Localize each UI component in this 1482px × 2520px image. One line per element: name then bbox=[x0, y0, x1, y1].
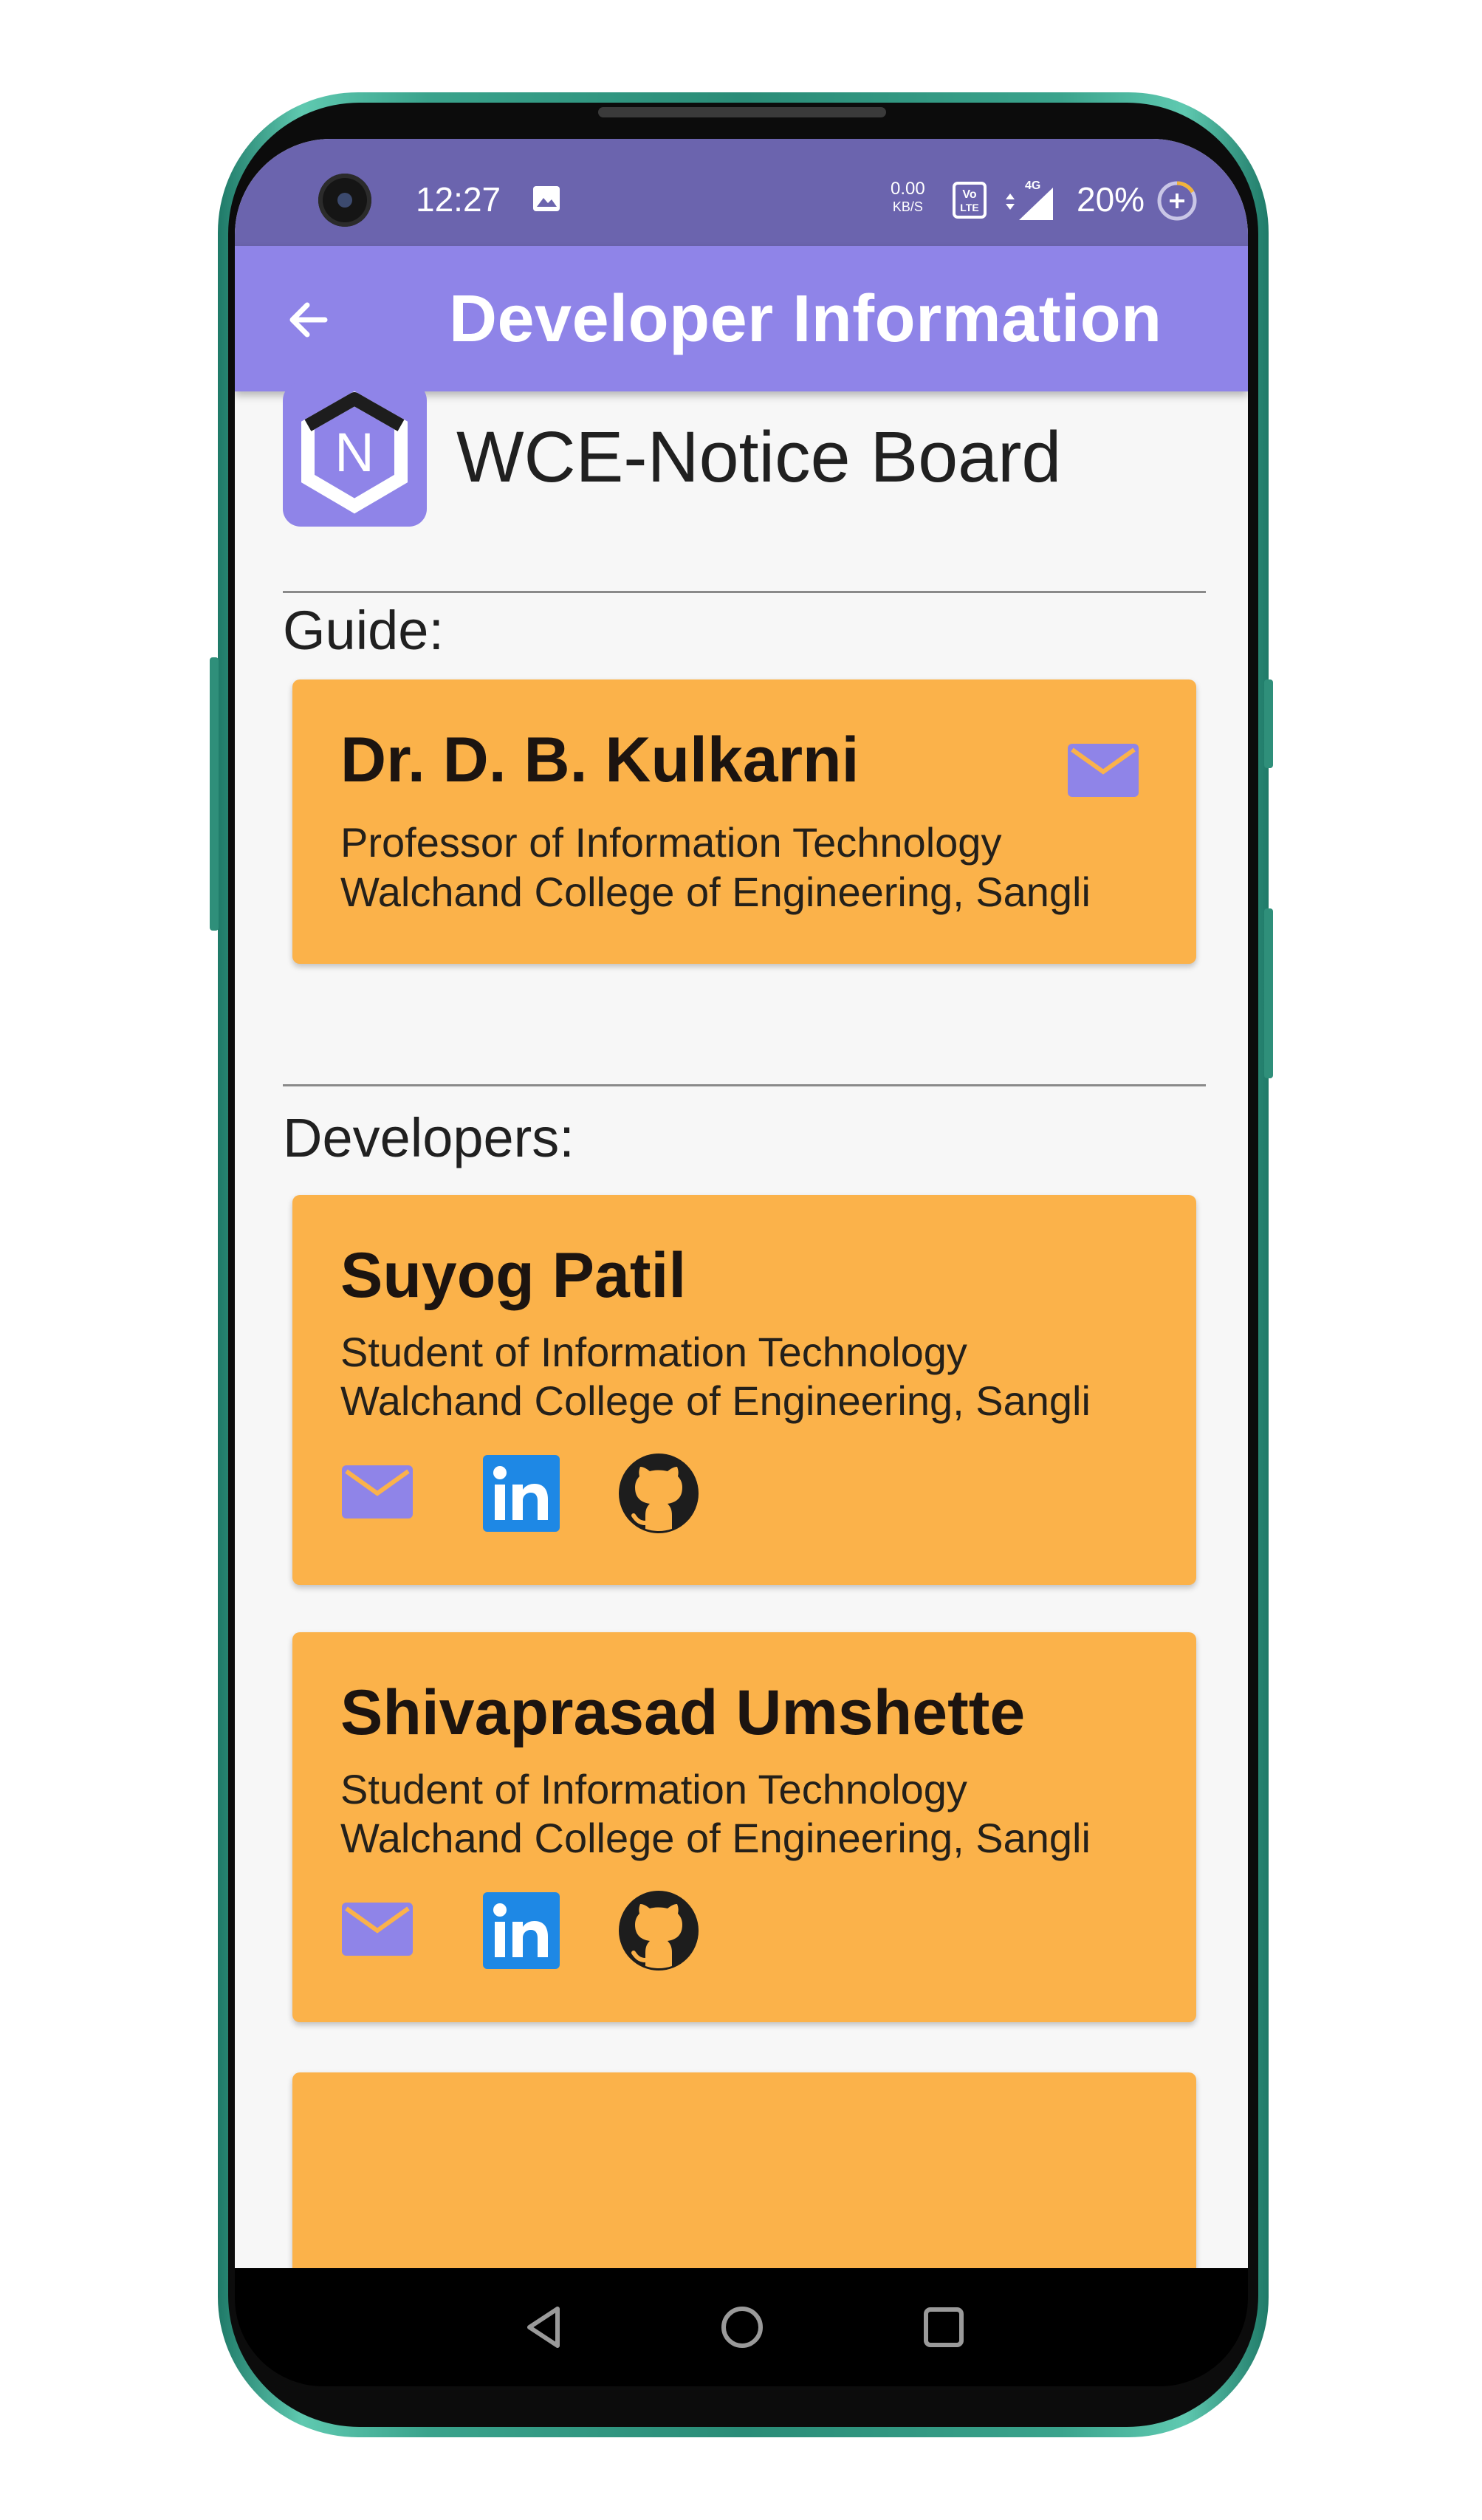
signal-4g-icon: 4G bbox=[1006, 179, 1053, 220]
image-notification-icon bbox=[533, 186, 560, 211]
developer-name: Suyog Patil bbox=[340, 1240, 687, 1311]
svg-text:LTE: LTE bbox=[960, 202, 978, 213]
battery-charging-icon bbox=[1157, 181, 1197, 221]
guide-institution: Walchand College of Engineering, Sangli bbox=[340, 869, 1091, 915]
volume-button bbox=[210, 657, 219, 931]
divider-top bbox=[283, 591, 1206, 593]
recents-square-icon[interactable] bbox=[918, 2301, 970, 2353]
svg-text:4G: 4G bbox=[1025, 179, 1040, 192]
logo-letter: N bbox=[335, 422, 374, 483]
mail-icon[interactable] bbox=[1066, 742, 1140, 798]
front-camera bbox=[318, 174, 371, 227]
guide-role: Professor of Information Technology bbox=[340, 819, 1002, 866]
network-speed-value: 0.00 bbox=[891, 179, 925, 199]
developer-card-partial bbox=[292, 2072, 1196, 2268]
app-logo: N bbox=[283, 383, 427, 527]
guide-card: Dr. D. B. Kulkarni Professor of Informat… bbox=[292, 679, 1196, 964]
developer-card: Shivaprasad Umshette Student of Informat… bbox=[292, 1632, 1196, 2022]
mail-icon[interactable] bbox=[340, 1464, 414, 1520]
developer-name: Shivaprasad Umshette bbox=[340, 1677, 1026, 1748]
linkedin-icon[interactable] bbox=[483, 1455, 560, 1532]
back-triangle-icon[interactable] bbox=[519, 2301, 571, 2353]
status-bar: 12:27 0.00 KB/S Vo LTE 4G 20% bbox=[235, 139, 1248, 246]
network-speed: 0.00 KB/S bbox=[891, 180, 925, 216]
status-time: 12:27 bbox=[416, 180, 501, 219]
github-icon[interactable] bbox=[617, 1452, 700, 1535]
app-bar: Developer Information bbox=[235, 246, 1248, 391]
github-icon[interactable] bbox=[617, 1889, 700, 1972]
developer-institution: Walchand College of Engineering, Sangli bbox=[340, 1815, 1091, 1861]
alert-slider bbox=[1264, 679, 1273, 768]
mail-icon[interactable] bbox=[340, 1901, 414, 1957]
screen: 12:27 0.00 KB/S Vo LTE 4G 20% Developer … bbox=[235, 139, 1248, 2268]
navigation-bar bbox=[235, 2268, 1248, 2386]
svg-text:Vo: Vo bbox=[962, 188, 976, 201]
developer-card: Suyog Patil Student of Information Techn… bbox=[292, 1195, 1196, 1585]
app-name: WCE-Notice Board bbox=[456, 417, 1062, 497]
volte-icon: Vo LTE bbox=[953, 182, 987, 219]
divider-middle bbox=[283, 1084, 1206, 1086]
earpiece-speaker bbox=[598, 107, 886, 117]
power-button bbox=[1264, 908, 1273, 1078]
home-circle-icon[interactable] bbox=[716, 2301, 768, 2353]
developer-role: Student of Information Technology bbox=[340, 1766, 967, 1812]
notice-board-logo-icon: N bbox=[301, 391, 408, 514]
developer-role: Student of Information Technology bbox=[340, 1329, 967, 1375]
guide-name: Dr. D. B. Kulkarni bbox=[340, 725, 860, 795]
battery-percentage: 20% bbox=[1077, 180, 1145, 219]
page-title: Developer Information bbox=[449, 282, 1162, 356]
developer-institution: Walchand College of Engineering, Sangli bbox=[340, 1377, 1091, 1424]
network-speed-unit: KB/S bbox=[892, 199, 923, 214]
developers-section-label: Developers: bbox=[283, 1107, 574, 1168]
back-arrow-icon[interactable] bbox=[279, 290, 338, 349]
guide-section-label: Guide: bbox=[283, 600, 445, 661]
linkedin-icon[interactable] bbox=[483, 1892, 560, 1969]
